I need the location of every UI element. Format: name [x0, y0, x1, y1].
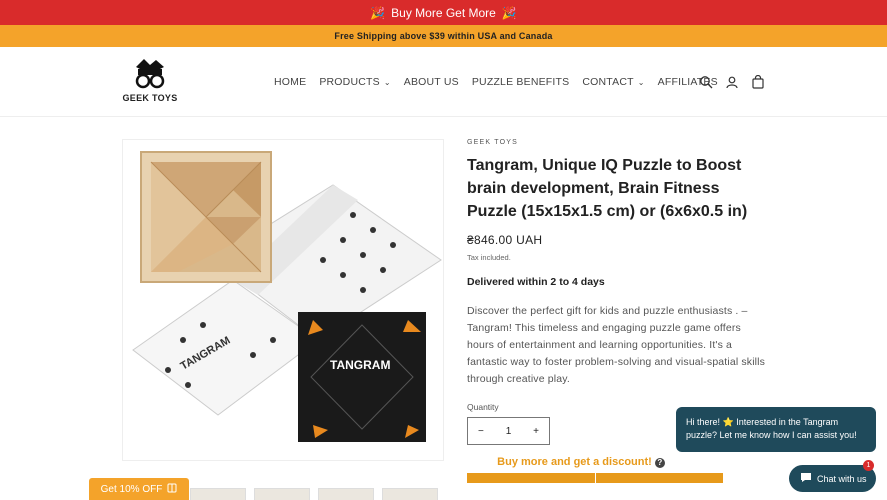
- chat-button[interactable]: Chat with us: [789, 465, 876, 492]
- tangram-image: TANGRAM TANGRAM: [132, 151, 442, 442]
- increase-quantity-button[interactable]: +: [533, 426, 539, 437]
- nav-benefits-label: PUZZLE BENEFITS: [471, 76, 570, 88]
- nav-about-label: ABOUT US: [403, 76, 459, 88]
- account-icon[interactable]: [725, 75, 739, 89]
- logo[interactable]: GEEK TOYS: [122, 57, 178, 107]
- cart-icon[interactable]: [751, 74, 765, 89]
- tax-note: Tax included.: [467, 253, 511, 262]
- thumbnail[interactable]: [382, 488, 438, 500]
- party-popper-icon: 🎉: [501, 5, 517, 20]
- discount-text: Buy more and get a discount!: [497, 456, 652, 468]
- thumbnail[interactable]: [254, 488, 310, 500]
- party-popper-icon: 🎉: [370, 5, 386, 20]
- site-header: GEEK TOYS HOME PRODUCTS ⌄ ABOUT US PUZZLE…: [0, 47, 887, 117]
- delivery-note: Delivered within 2 to 4 days: [467, 276, 605, 288]
- announcement-text: Buy More Get More: [391, 5, 496, 20]
- gift-icon: [167, 483, 177, 496]
- chat-button-label: Chat with us: [817, 473, 867, 484]
- nav-contact[interactable]: CONTACT ⌄: [582, 76, 644, 88]
- decrease-quantity-button[interactable]: −: [478, 426, 484, 437]
- discount-option[interactable]: [595, 473, 724, 483]
- logo-text: GEEK TOYS: [122, 93, 178, 103]
- nav-products-label: PRODUCTS: [319, 76, 380, 88]
- product-image[interactable]: TANGRAM TANGRAM: [122, 139, 444, 461]
- quantity-stepper: − 1 +: [467, 417, 550, 445]
- chevron-down-icon: ⌄: [637, 77, 645, 87]
- thumbnail-strip: [190, 488, 438, 500]
- quantity-value[interactable]: 1: [506, 426, 512, 437]
- chevron-down-icon: ⌄: [383, 77, 391, 87]
- price: ₴846.00 UAH: [467, 233, 543, 247]
- main-nav: HOME PRODUCTS ⌄ ABOUT US PUZZLE BENEFITS …: [274, 47, 718, 117]
- nav-products[interactable]: PRODUCTS ⌄: [319, 76, 390, 88]
- geek-logo-icon: [135, 59, 165, 89]
- shipping-text: Free Shipping above $39 within USA and C…: [334, 31, 553, 41]
- vendor-label: GEEK TOYS: [467, 139, 519, 146]
- nav-contact-label: CONTACT: [582, 76, 634, 88]
- shipping-bar: Free Shipping above $39 within USA and C…: [0, 25, 887, 47]
- nav-home-label: HOME: [274, 76, 307, 88]
- search-icon[interactable]: [699, 75, 713, 89]
- nav-home[interactable]: HOME: [274, 76, 306, 88]
- box-title: TANGRAM: [330, 358, 390, 372]
- nav-benefits[interactable]: PUZZLE BENEFITS: [472, 76, 570, 88]
- chat-icon: [800, 472, 812, 485]
- nav-about[interactable]: ABOUT US: [404, 76, 459, 88]
- header-icons: [699, 47, 765, 117]
- help-icon[interactable]: ?: [654, 458, 665, 468]
- discount-options: [467, 473, 724, 483]
- discount-tab-label: Get 10% OFF: [100, 483, 163, 495]
- thumbnail[interactable]: [190, 488, 246, 500]
- chat-message[interactable]: Hi there! ⭐ Interested in the Tangram pu…: [676, 407, 876, 452]
- thumbnail[interactable]: [318, 488, 374, 500]
- chat-badge: 1: [863, 460, 874, 471]
- announcement-bar: 🎉 Buy More Get More 🎉: [0, 0, 887, 25]
- discount-option[interactable]: [467, 473, 596, 483]
- product-description: Discover the perfect gift for kids and p…: [467, 305, 766, 385]
- product-title: Tangram, Unique IQ Puzzle to Boost brain…: [467, 157, 748, 220]
- discount-banner: Buy more and get a discount!?: [467, 456, 695, 468]
- discount-popup-tab[interactable]: Get 10% OFF: [89, 478, 189, 500]
